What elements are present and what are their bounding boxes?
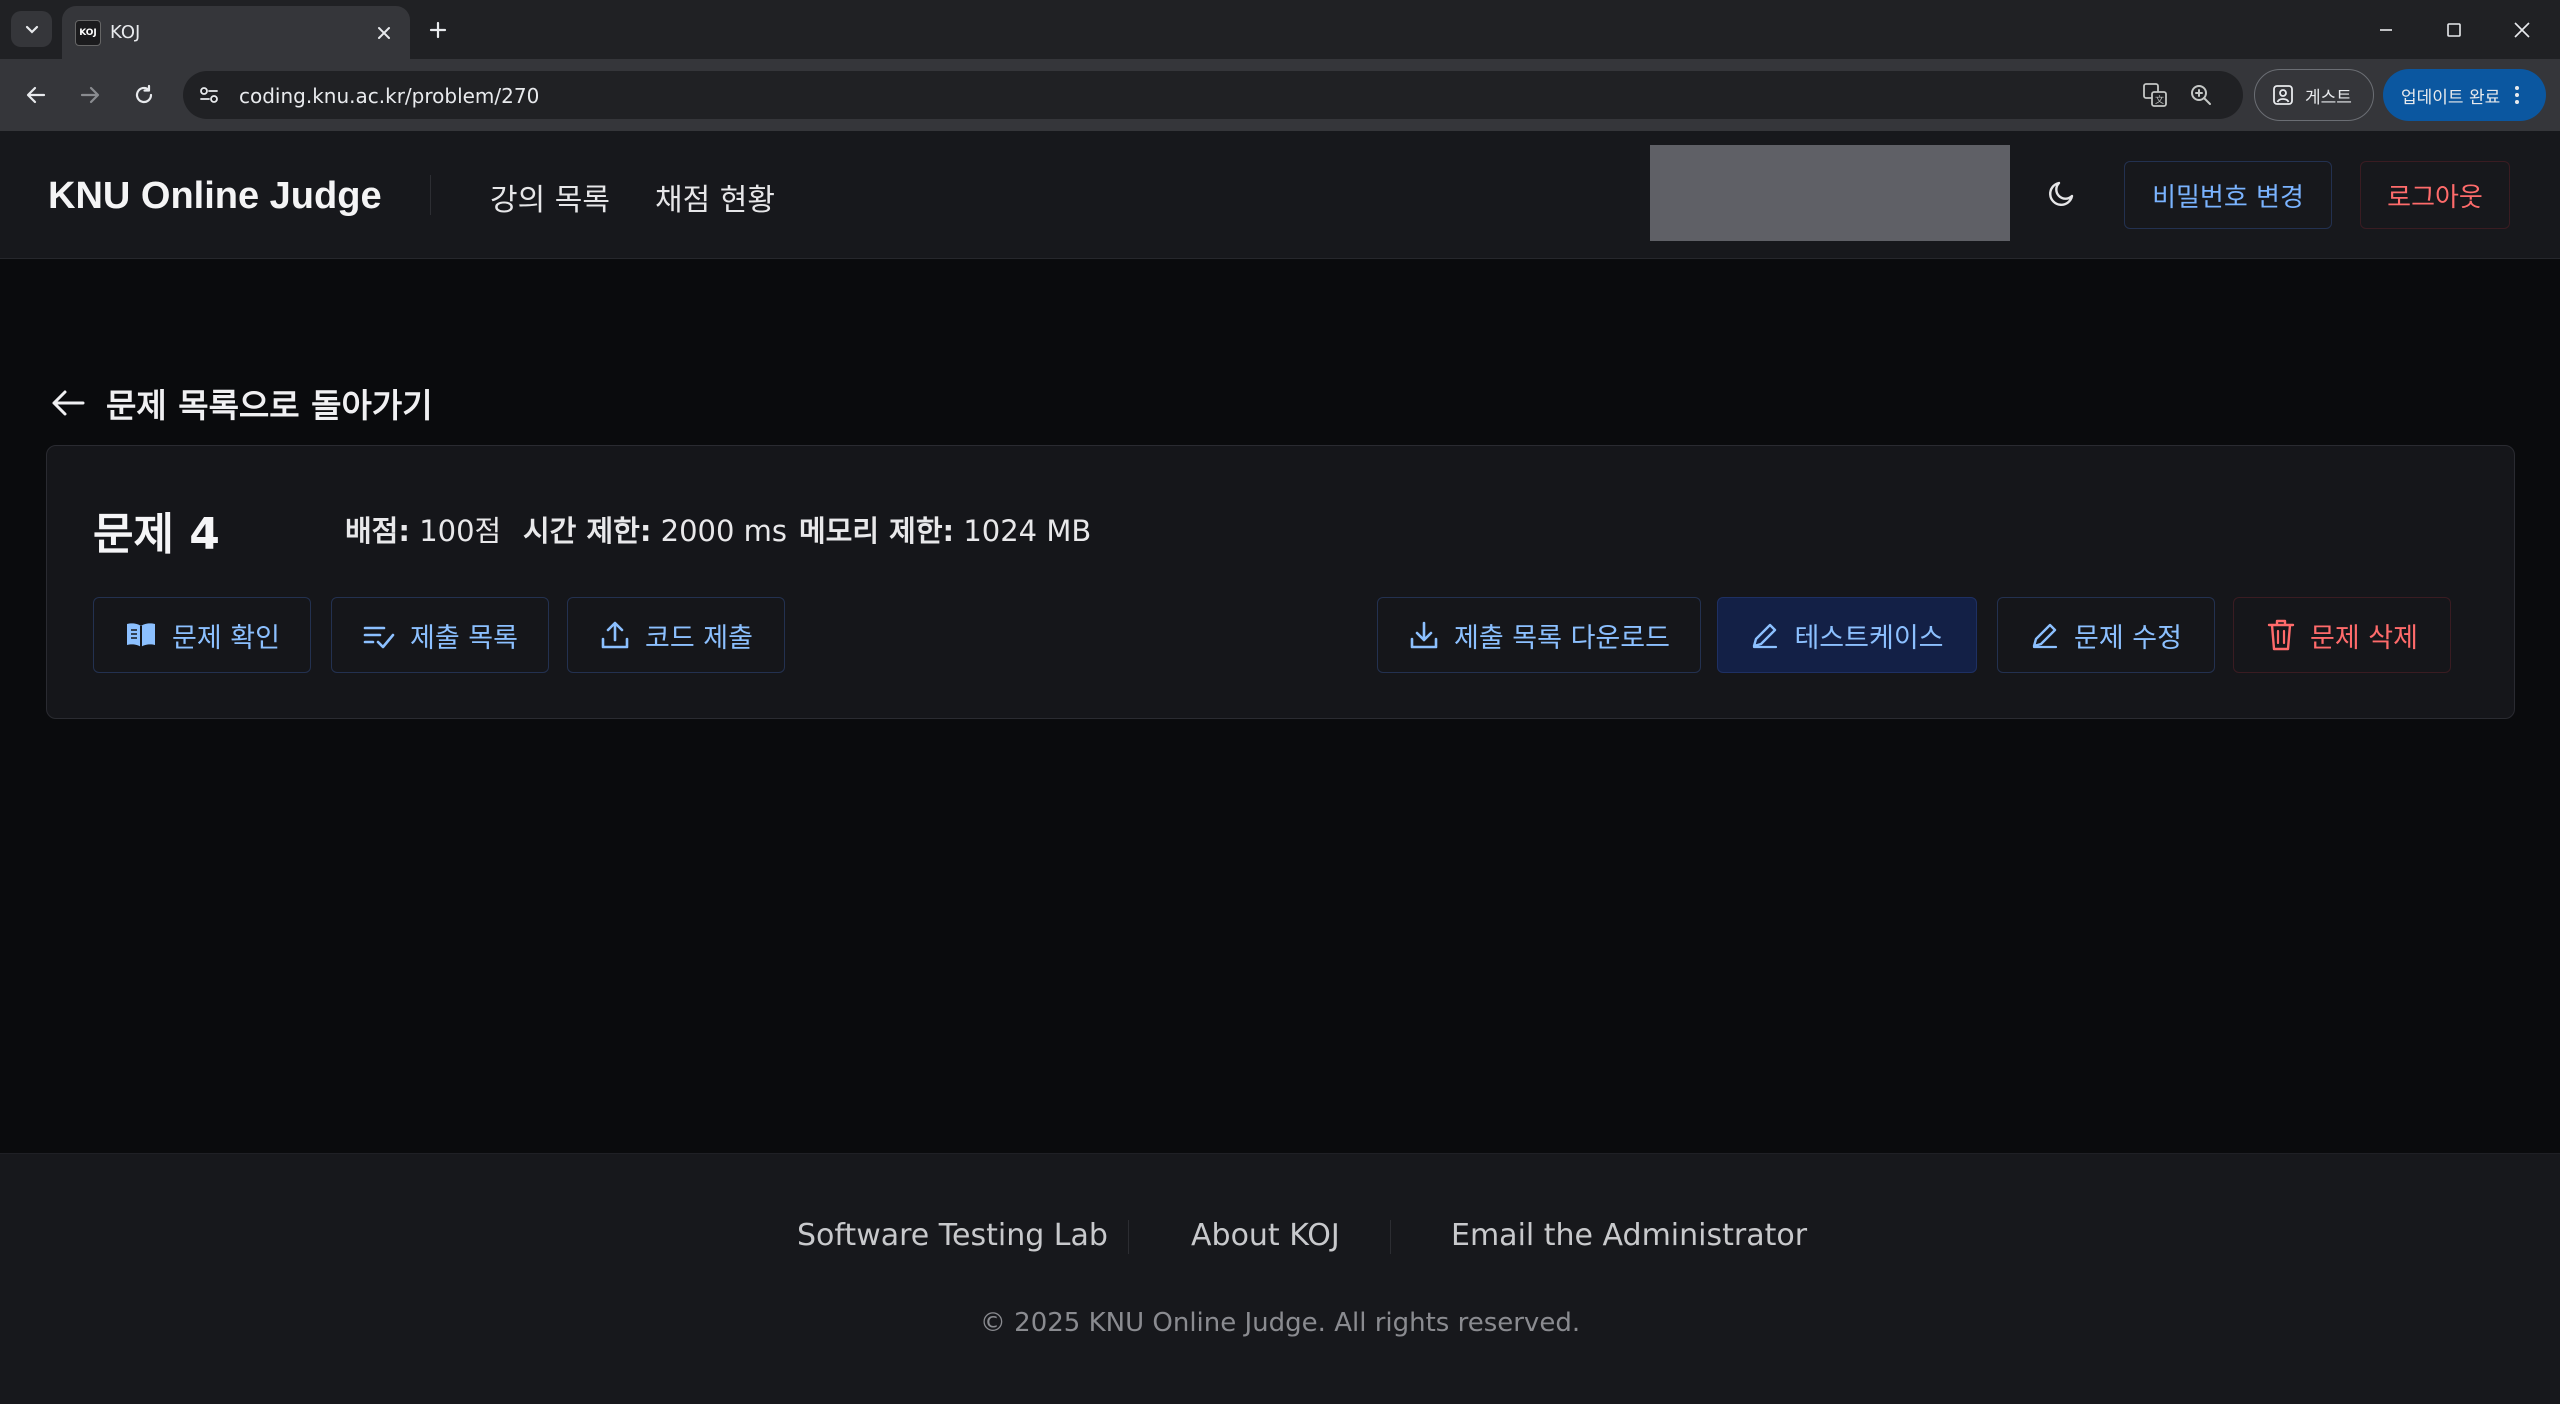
copyright-text: © 2025 KNU Online Judge. All rights rese…: [979, 1308, 1581, 1338]
tab-search-button[interactable]: [11, 11, 52, 47]
footer-link-lab[interactable]: Software Testing Lab: [797, 1218, 1108, 1253]
view-problem-button[interactable]: 문제 확인: [93, 597, 311, 673]
edit-problem-button[interactable]: 문제 수정: [1997, 597, 2215, 673]
edit-problem-label: 문제 수정: [2074, 622, 2182, 654]
logout-button[interactable]: 로그아웃: [2360, 161, 2510, 229]
footer-link-email[interactable]: Email the Administrator: [1451, 1218, 1807, 1253]
forward-icon[interactable]: [72, 77, 108, 113]
back-to-problems-link[interactable]: 문제 목록으로 돌아가기: [48, 381, 433, 425]
zoom-icon[interactable]: [2187, 81, 2215, 109]
more-vert-icon: [2515, 86, 2520, 104]
minimize-icon[interactable]: [2358, 12, 2414, 48]
address-bar[interactable]: coding.knu.ac.kr/problem/270 文: [183, 71, 2243, 119]
download-icon: [1410, 621, 1438, 649]
chevron-down-icon: [25, 25, 38, 34]
testcases-button[interactable]: 테스트케이스: [1717, 597, 1977, 673]
translate-icon[interactable]: 文: [2141, 81, 2169, 109]
svg-text:文: 文: [2155, 94, 2164, 106]
time-limit-meta: 시간 제한: 2000 ms: [523, 508, 787, 550]
submissions-button[interactable]: 제출 목록: [331, 597, 549, 673]
problem-card: 문제 4 배점: 100점 시간 제한: 2000 ms 메모리 제한: 102…: [46, 445, 2515, 719]
app-header: KNU Online Judge 강의 목록 채점 현황 비밀번호 변경 로그아…: [0, 131, 2560, 259]
browser-tab-bar: KOJ KOJ: [0, 0, 2560, 59]
score-meta: 배점: 100점: [345, 508, 501, 550]
trash-icon: [2267, 619, 2295, 651]
profile-label: 게스트: [2305, 87, 2352, 108]
header-divider: [430, 175, 431, 215]
nav-courses[interactable]: 강의 목록: [490, 175, 610, 219]
delete-problem-button[interactable]: 문제 삭제: [2233, 597, 2451, 673]
moon-icon[interactable]: [2040, 171, 2084, 215]
arrow-left-icon: [52, 390, 85, 416]
submit-code-button[interactable]: 코드 제출: [567, 597, 785, 673]
new-tab-icon[interactable]: [424, 16, 452, 44]
score-value: 100점: [419, 514, 502, 548]
maximize-icon[interactable]: [2426, 12, 2482, 48]
tab-title: KOJ: [110, 22, 141, 43]
testcases-label: 테스트케이스: [1794, 622, 1944, 654]
memory-limit-value: 1024 MB: [963, 514, 1092, 548]
footer-divider: [1128, 1220, 1129, 1254]
time-limit-value: 2000 ms: [660, 514, 788, 548]
download-submissions-label: 제출 목록 다운로드: [1454, 622, 1670, 654]
close-tab-icon[interactable]: [372, 21, 396, 45]
site-info-icon[interactable]: [191, 77, 227, 113]
footer: Software Testing Lab About KOJ Email the…: [0, 1153, 2560, 1404]
problem-title: 문제 4: [93, 509, 220, 560]
profile-icon: [2273, 85, 2293, 105]
submissions-label: 제출 목록: [410, 622, 518, 654]
update-button[interactable]: 업데이트 완료: [2383, 69, 2546, 121]
list-check-icon: [363, 626, 395, 649]
profile-button[interactable]: 게스트: [2254, 69, 2374, 121]
brand-logo[interactable]: KNU Online Judge: [48, 175, 382, 218]
url-text[interactable]: coding.knu.ac.kr/problem/270: [239, 84, 539, 108]
pencil-icon: [2032, 623, 2058, 649]
memory-limit-label: 메모리 제한:: [799, 514, 955, 548]
book-open-icon: [127, 623, 156, 647]
reload-icon[interactable]: [126, 77, 162, 113]
upload-icon: [601, 621, 629, 649]
favicon-icon: KOJ: [75, 20, 101, 46]
update-label: 업데이트 완료: [2401, 87, 2501, 108]
footer-link-about[interactable]: About KOJ: [1191, 1218, 1340, 1253]
view-problem-label: 문제 확인: [172, 622, 280, 654]
pencil-icon: [1753, 623, 1778, 649]
score-label: 배점:: [345, 514, 410, 548]
memory-limit-meta: 메모리 제한: 1024 MB: [799, 508, 1091, 550]
browser-tab[interactable]: KOJ KOJ: [62, 6, 410, 59]
download-submissions-button[interactable]: 제출 목록 다운로드: [1377, 597, 1701, 673]
back-label: 문제 목록으로 돌아가기: [106, 386, 433, 425]
nav-grading-status[interactable]: 채점 현황: [655, 175, 775, 219]
footer-divider: [1390, 1220, 1391, 1254]
back-icon[interactable]: [18, 77, 54, 113]
time-limit-label: 시간 제한:: [523, 514, 652, 548]
submit-code-label: 코드 제출: [645, 622, 753, 654]
delete-problem-label: 문제 삭제: [2310, 622, 2418, 654]
close-window-icon[interactable]: [2494, 12, 2550, 48]
change-password-button[interactable]: 비밀번호 변경: [2124, 161, 2332, 229]
browser-toolbar: coding.knu.ac.kr/problem/270 文 게스트 업데이트 …: [0, 59, 2560, 131]
user-info-redacted: [1650, 145, 2010, 241]
